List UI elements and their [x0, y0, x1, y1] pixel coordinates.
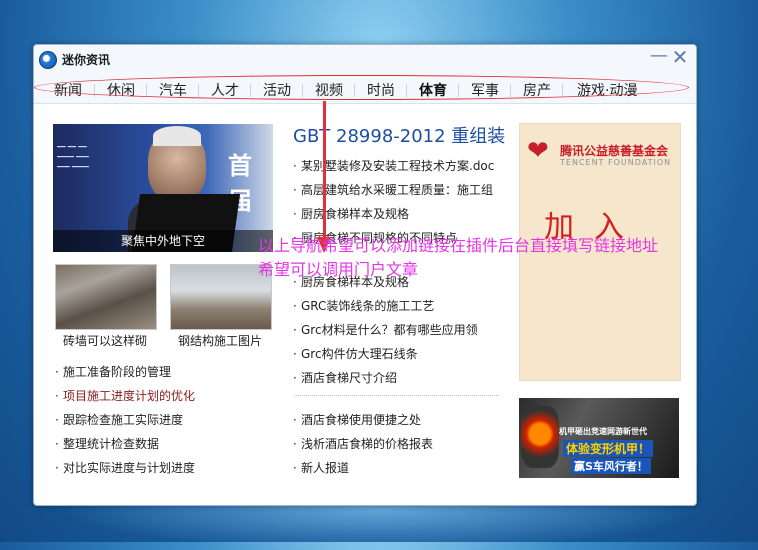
window-title: 迷你资讯	[62, 53, 111, 67]
game-ad-banner[interactable]: 机甲砸出竞速网游新世代 体验变形机甲！ 赢S车风行者！	[519, 398, 679, 478]
tab-military[interactable]: 军事	[471, 80, 499, 100]
list-item-label[interactable]: 项目施工进度计划的优化	[63, 389, 195, 403]
tab-talent[interactable]: 人才	[211, 80, 239, 100]
list-item[interactable]: · 浅析酒店食梯的价格报表	[293, 435, 433, 452]
title-bar: 迷你资讯 — ✕	[34, 45, 696, 75]
tab-games-anime[interactable]: 游戏·动漫	[577, 80, 637, 100]
list-item-label[interactable]: 整理统计检查数据	[63, 437, 159, 451]
close-button[interactable]: ✕	[671, 47, 689, 67]
game-ad-line2: 体验变形机甲！	[563, 440, 654, 457]
list-item-label[interactable]: Grc构件仿大理石线条	[301, 347, 418, 361]
list-item[interactable]: · 新人报道	[293, 459, 349, 476]
nav-separator	[94, 84, 95, 97]
featured-caption[interactable]: 聚焦中外地下空	[53, 230, 273, 252]
list-item[interactable]: · 整理统计检查数据	[55, 435, 159, 452]
nav-separator	[458, 84, 459, 97]
charity-name-en: TENCENT FOUNDATION	[560, 158, 672, 167]
list-item-label[interactable]: 高层建筑给水采暖工程质量：施工组	[301, 183, 493, 197]
list-item-label[interactable]: 某别墅装修及安装工程技术方案.doc	[301, 159, 494, 173]
list-item-label[interactable]: 浅析酒店食梯的价格报表	[301, 437, 433, 451]
annotation-arrow-shaft	[323, 101, 326, 239]
nav-separator	[146, 84, 147, 97]
thumb-caption[interactable]: 砖墙可以这样砌	[50, 332, 160, 349]
nav-separator	[510, 84, 511, 97]
tab-events[interactable]: 活动	[263, 80, 291, 100]
list-item-label[interactable]: 施工准备阶段的管理	[63, 365, 171, 379]
banner-decoration: ━━ ━━ ━━ ━━━━ ━━━ ━━━ ━━━━	[57, 143, 89, 171]
tab-auto[interactable]: 汽车	[159, 80, 187, 100]
thumb-steel-structure[interactable]	[170, 264, 272, 330]
list-item-label[interactable]: 酒店食梯尺寸介绍	[301, 371, 397, 385]
tab-realestate[interactable]: 房产	[523, 80, 551, 100]
annotation-note: 以上导航希望可以添加链接在插件后台直接填写链接地址 希望可以调用门户文章	[258, 236, 659, 279]
nav-separator	[562, 84, 563, 97]
list-item[interactable]: · 酒店食梯使用便捷之处	[293, 411, 421, 428]
list-item-label[interactable]: 新人报道	[301, 461, 349, 475]
list-divider	[294, 395, 499, 396]
tab-fashion[interactable]: 时尚	[367, 80, 395, 100]
list-item-label[interactable]: 跟踪检查施工实际进度	[63, 413, 183, 427]
list-item-label[interactable]: 厨房食梯样本及规格	[301, 207, 409, 221]
tab-video[interactable]: 视频	[315, 80, 343, 100]
nav-separator	[302, 84, 303, 97]
list-item[interactable]: · GRC装饰线条的施工工艺	[293, 297, 434, 314]
tab-news[interactable]: 新闻	[54, 80, 82, 100]
tab-leisure[interactable]: 休闲	[107, 80, 135, 100]
list-item-label[interactable]: GRC装饰线条的施工工艺	[301, 299, 434, 313]
game-ad-line1: 机甲砸出竞速网游新世代	[559, 427, 647, 436]
list-item[interactable]: · Grc构件仿大理石线条	[293, 345, 418, 362]
nav-separator	[198, 84, 199, 97]
speaker-hair	[153, 126, 201, 146]
app-logo-icon	[39, 51, 57, 69]
tab-sports[interactable]: 体育	[419, 80, 447, 100]
list-item[interactable]: · 跟踪检查施工实际进度	[55, 411, 183, 428]
race-car-image	[521, 406, 559, 468]
heart-logo-icon: ❤	[527, 136, 549, 166]
list-item[interactable]: · 施工准备阶段的管理	[55, 363, 171, 380]
list-item[interactable]: · 项目施工进度计划的优化	[55, 387, 195, 404]
category-nav: 新闻 休闲 汽车 人才 活动 视频 时尚 体育 军事 房产 游戏·动漫	[34, 75, 696, 104]
list-item[interactable]: · 厨房食梯样本及规格	[293, 205, 409, 222]
list-item-label[interactable]: Grc材料是什么？都有哪些应用领	[301, 323, 478, 337]
thumb-brick-wall[interactable]	[55, 264, 157, 330]
nav-separator	[354, 84, 355, 97]
nav-separator	[250, 84, 251, 97]
nav-separator	[406, 84, 407, 97]
game-ad-line3: 赢S车风行者！	[571, 458, 651, 474]
list-item-label[interactable]: 对比实际进度与计划进度	[63, 461, 195, 475]
list-item[interactable]: · 酒店食梯尺寸介绍	[293, 369, 397, 386]
thumb-caption[interactable]: 钢结构施工图片	[165, 332, 275, 349]
list-item[interactable]: · Grc材料是什么？都有哪些应用领	[293, 321, 478, 338]
list-item-label[interactable]: 酒店食梯使用便捷之处	[301, 413, 421, 427]
charity-name-cn: 腾讯公益慈善基金会	[560, 144, 669, 158]
list-item[interactable]: · 对比实际进度与计划进度	[55, 459, 195, 476]
minimize-button[interactable]: —	[650, 47, 668, 67]
